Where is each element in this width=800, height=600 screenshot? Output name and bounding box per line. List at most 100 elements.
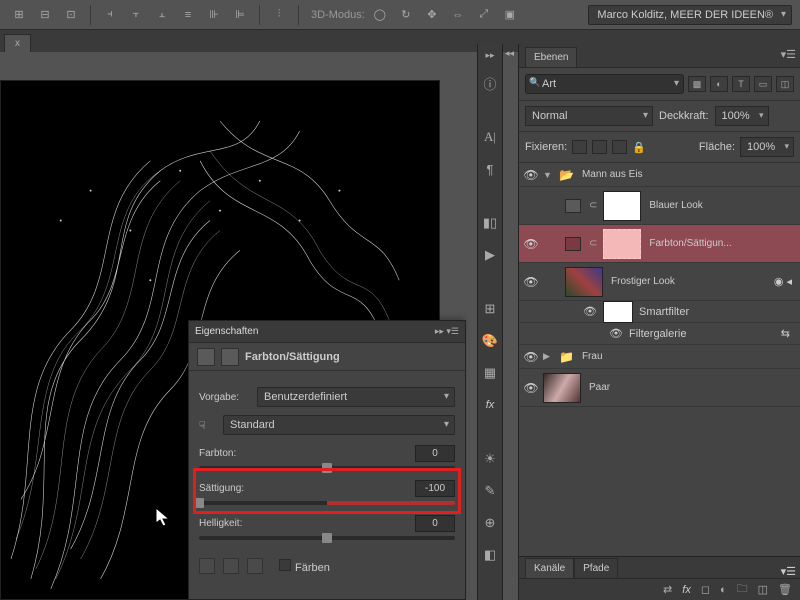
visibility-icon[interactable]: 👁 xyxy=(523,381,539,395)
new-layer-icon[interactable]: ◫ xyxy=(758,583,768,596)
character-icon[interactable]: A| xyxy=(480,127,500,147)
filter-adjust-icon[interactable]: ◐ xyxy=(710,76,728,92)
lock-all-icon[interactable] xyxy=(612,140,627,154)
filter-item[interactable]: 👁 Filtergalerie ⇆ xyxy=(519,323,800,345)
expand-icon[interactable]: ▼ xyxy=(543,170,555,180)
hue-value[interactable]: 0 xyxy=(415,445,455,462)
color-icon[interactable]: 🎨 xyxy=(480,331,500,351)
styles-icon[interactable]: fx xyxy=(480,395,500,415)
colorize-checkbox[interactable]: Färben xyxy=(279,559,330,574)
group-icon[interactable]: 🗀 xyxy=(737,580,748,599)
expand-dock-icon[interactable]: ▸▸ xyxy=(485,50,494,61)
opacity-value[interactable]: 100% xyxy=(715,106,769,126)
filter-smart-icon[interactable]: ◫ xyxy=(776,76,794,92)
lock-pixels-icon[interactable] xyxy=(572,140,587,154)
align-icon[interactable]: ⊪ xyxy=(203,4,225,26)
align-icon[interactable]: ≡ xyxy=(177,4,199,26)
layer-mask-thumbnail[interactable] xyxy=(603,229,641,259)
filter-pixel-icon[interactable]: ▩ xyxy=(688,76,706,92)
layer-filter-row: Art ▩ ◐ T ▭ ◫ xyxy=(519,68,800,101)
tab-pfade[interactable]: Pfade xyxy=(574,558,618,578)
expand-icon[interactable]: ◂◂ xyxy=(505,48,514,59)
trash-icon[interactable]: 🗑 xyxy=(778,583,792,596)
camera-icon[interactable]: ▣ xyxy=(499,4,521,26)
channel-dropdown[interactable]: Standard xyxy=(223,415,455,435)
layers-icon[interactable]: ◧ xyxy=(480,545,500,565)
filter-mask-thumbnail[interactable] xyxy=(603,301,633,323)
visibility-icon[interactable]: 👁 xyxy=(523,237,539,251)
align-icon[interactable]: ⊫ xyxy=(229,4,251,26)
link-icon[interactable]: ⊂ xyxy=(589,200,597,211)
lock-position-icon[interactable] xyxy=(592,140,607,154)
layer-group[interactable]: 👁 ▶ 📁 Frau xyxy=(519,345,800,369)
visibility-icon[interactable]: 👁 xyxy=(523,350,539,364)
visibility-icon[interactable]: 👁 xyxy=(523,275,539,289)
filter-options-icon[interactable]: ⇆ xyxy=(781,327,790,340)
lock-icon[interactable]: 🔒 xyxy=(632,141,646,154)
layer-row-selected[interactable]: 👁 ⊂ Farbton/Sättigun... xyxy=(519,225,800,263)
brush-icon[interactable]: ✎ xyxy=(480,481,500,501)
hue-slider[interactable] xyxy=(199,466,455,470)
align-icon[interactable]: ⫠ xyxy=(151,4,173,26)
panel-menu-icon[interactable]: ▾☰ xyxy=(781,48,796,61)
eyedropper-icon[interactable] xyxy=(199,558,215,574)
saturation-value[interactable]: -100 xyxy=(415,480,455,497)
fx-icon[interactable]: fx xyxy=(682,584,691,596)
layer-thumbnail[interactable] xyxy=(565,267,603,297)
swatches-icon[interactable]: ⊞ xyxy=(480,299,500,319)
visibility-icon[interactable]: 👁 xyxy=(583,305,597,318)
align-icon[interactable]: ⫟ xyxy=(125,4,147,26)
tab-kanaele[interactable]: Kanäle xyxy=(525,558,574,578)
histogram-icon[interactable]: ▮▯ xyxy=(480,213,500,233)
panel-menu-icon[interactable]: ▾☰ xyxy=(781,565,796,578)
smartfilter-row[interactable]: 👁 Smartfilter xyxy=(519,301,800,323)
layer-group[interactable]: 👁 ▼ 📂 Mann aus Eis xyxy=(519,163,800,187)
align-icon[interactable]: ⫞ xyxy=(99,4,121,26)
layer-row[interactable]: 👁 Paar xyxy=(519,369,800,407)
tool-icon[interactable]: ⊡ xyxy=(60,4,82,26)
blend-mode-dropdown[interactable]: Normal xyxy=(525,106,653,126)
distribute-icon[interactable]: ⫶ xyxy=(268,4,290,26)
link-icon[interactable]: ⊂ xyxy=(589,238,597,249)
layer-thumbnail[interactable] xyxy=(603,191,641,221)
paragraph-icon[interactable]: ¶ xyxy=(480,159,500,179)
close-icon[interactable]: x xyxy=(15,38,20,49)
workspace-selector[interactable]: Marco Kolditz, MEER DER IDEEN® xyxy=(588,5,792,25)
visibility-icon[interactable]: 👁 xyxy=(609,327,623,340)
lightness-value[interactable]: 0 xyxy=(415,515,455,532)
layer-row[interactable]: 👁 Frostiger Look ◉ ◂ xyxy=(519,263,800,301)
document-tab[interactable]: x xyxy=(4,34,31,52)
pan-icon[interactable]: ✥ xyxy=(421,4,443,26)
tool-icon[interactable]: ⊟ xyxy=(34,4,56,26)
layer-thumbnail[interactable] xyxy=(543,373,581,403)
adjustments-icon[interactable]: ☀ xyxy=(480,449,500,469)
collapse-icon[interactable]: ▸▸ ▾☰ xyxy=(435,326,459,337)
eyedropper-minus-icon[interactable] xyxy=(247,558,263,574)
tool-icon[interactable]: ⊞ xyxy=(8,4,30,26)
roll-icon[interactable]: ↻ xyxy=(395,4,417,26)
info-icon[interactable]: ⓘ xyxy=(480,73,500,93)
play-icon[interactable]: ▶ xyxy=(480,245,500,265)
orbit-icon[interactable]: ◯ xyxy=(369,4,391,26)
layer-row[interactable]: ⊂ Blauer Look xyxy=(519,187,800,225)
navigator-icon[interactable]: ▦ xyxy=(480,363,500,383)
saturation-slider[interactable] xyxy=(199,501,455,505)
layer-filter-dropdown[interactable]: Art xyxy=(525,74,684,94)
properties-header[interactable]: Eigenschaften ▸▸ ▾☰ xyxy=(189,321,465,343)
link-layers-icon[interactable]: ⇄ xyxy=(663,583,672,596)
scale-icon[interactable]: ⤢ xyxy=(473,4,495,26)
hand-icon[interactable]: ☟ xyxy=(199,419,217,432)
filter-shape-icon[interactable]: ▭ xyxy=(754,76,772,92)
clone-icon[interactable]: ⊕ xyxy=(480,513,500,533)
lightness-slider[interactable] xyxy=(199,536,455,540)
visibility-icon[interactable]: 👁 xyxy=(523,168,539,182)
slide-icon[interactable]: ⇔ xyxy=(447,4,469,26)
mask-icon[interactable]: ◻ xyxy=(701,583,710,596)
adjustment-icon[interactable]: ◐ xyxy=(720,584,727,596)
expand-icon[interactable]: ▶ xyxy=(543,351,555,362)
filter-type-icon[interactable]: T xyxy=(732,76,750,92)
fill-value[interactable]: 100% xyxy=(740,137,794,157)
tab-ebenen[interactable]: Ebenen xyxy=(525,47,577,67)
eyedropper-plus-icon[interactable] xyxy=(223,558,239,574)
preset-dropdown[interactable]: Benutzerdefiniert xyxy=(257,387,455,407)
